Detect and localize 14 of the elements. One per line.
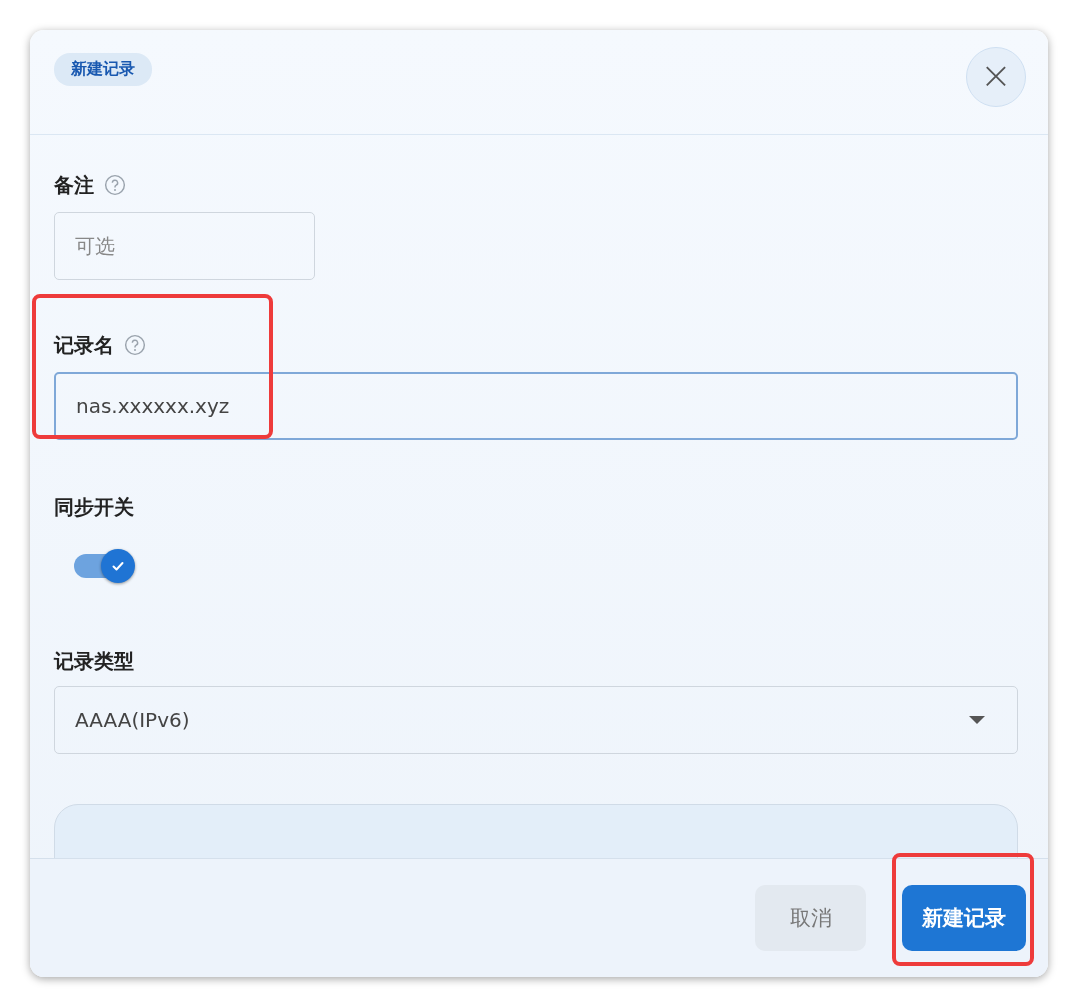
dialog-button[interactable]: 取消	[755, 885, 866, 951]
text-field[interactable]: nas.xxxxxx.xyz	[54, 372, 1018, 440]
dialog-button[interactable]: 新建记录	[902, 885, 1026, 951]
caret-icon	[969, 716, 985, 724]
field-label: 备注	[54, 171, 94, 199]
dialog-title-badge: 新建记录	[54, 53, 152, 86]
field-label: 同步开关	[54, 493, 134, 521]
select-field[interactable]: AAAA(IPv6)	[54, 686, 1018, 754]
help-icon[interactable]	[124, 334, 146, 356]
close-button[interactable]: ×	[966, 47, 1026, 107]
field-label: 记录名	[54, 331, 114, 359]
text-field[interactable]: 可选	[54, 212, 315, 280]
help-icon[interactable]	[104, 174, 126, 196]
field-label: 记录类型	[54, 647, 134, 675]
